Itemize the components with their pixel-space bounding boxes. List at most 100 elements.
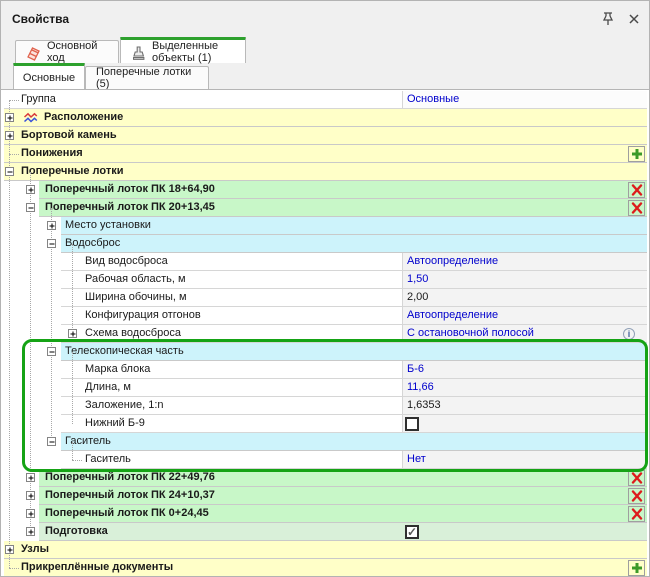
grid-row: Место установки xyxy=(1,217,650,235)
grid-row: Телескопическая часть xyxy=(1,343,650,361)
delete-button[interactable] xyxy=(628,200,645,216)
group-row-band[interactable] xyxy=(39,523,647,541)
grid-row: 2,00 Ширина обочины, м xyxy=(1,289,650,307)
property-value-cell[interactable]: Основные xyxy=(403,91,647,109)
property-value[interactable]: Основные xyxy=(407,91,459,108)
property-value[interactable]: 1,6353 xyxy=(407,397,441,414)
group-row-band[interactable] xyxy=(4,145,647,163)
row-label: Ширина обочины, м xyxy=(85,289,187,307)
collapse-icon[interactable] xyxy=(47,239,56,248)
grid-row: Прикреплённые документы xyxy=(1,559,650,577)
expand-icon[interactable] xyxy=(5,113,14,122)
expand-icon[interactable] xyxy=(26,509,35,518)
close-icon[interactable] xyxy=(625,10,643,28)
collapse-icon[interactable] xyxy=(47,347,56,356)
delete-x-icon xyxy=(631,472,643,484)
row-label: Длина, м xyxy=(85,379,131,397)
collapse-icon[interactable] xyxy=(47,437,56,446)
tab-label: Поперечные лотки (5) xyxy=(96,66,198,90)
grid-row: Автоопределение Вид водосброса xyxy=(1,253,650,271)
property-value-cell[interactable]: 11,66 xyxy=(403,379,647,397)
row-label: Поперечный лоток ПК 22+49,76 xyxy=(45,469,215,487)
expand-icon[interactable] xyxy=(26,185,35,194)
property-value-cell[interactable]: 1,50 xyxy=(403,271,647,289)
grid-row: 11,66 Длина, м xyxy=(1,379,650,397)
property-value[interactable]: 1,50 xyxy=(407,271,428,288)
property-value[interactable]: С остановочной полосой xyxy=(407,325,534,342)
property-value-cell[interactable]: 2,00 xyxy=(403,289,647,307)
delete-button[interactable] xyxy=(628,470,645,486)
tab-label: Основной ход xyxy=(47,40,108,64)
property-value-cell[interactable]: Автоопределение xyxy=(403,307,647,325)
grid-row: Водосброс xyxy=(1,235,650,253)
tab-selected-objects[interactable]: Выделенные объекты (1) xyxy=(120,37,246,63)
grid-row: Узлы xyxy=(1,541,650,559)
row-label: Группа xyxy=(21,91,56,109)
property-value[interactable]: Автоопределение xyxy=(407,253,498,270)
expand-icon[interactable] xyxy=(26,527,35,536)
checkbox[interactable] xyxy=(405,417,419,431)
expand-icon[interactable] xyxy=(47,221,56,230)
stamp-icon xyxy=(131,45,146,59)
property-value[interactable]: 2,00 xyxy=(407,289,428,306)
property-value-cell[interactable] xyxy=(403,415,647,433)
tab-sub-cross-trays[interactable]: Поперечные лотки (5) xyxy=(85,66,209,89)
add-plus-icon xyxy=(631,562,643,574)
tab-sub-main[interactable]: Основные xyxy=(13,63,85,89)
row-label: Гаситель xyxy=(85,451,131,469)
info-icon[interactable]: i xyxy=(623,328,635,340)
delete-button[interactable] xyxy=(628,506,645,522)
property-label-cell xyxy=(4,91,403,109)
tab-main-route[interactable]: Основной ход xyxy=(15,40,119,63)
row-label: Поперечные лотки xyxy=(21,163,124,181)
row-label: Заложение, 1:n xyxy=(85,397,164,415)
row-label: Гаситель xyxy=(65,433,111,451)
row-label: Прикреплённые документы xyxy=(21,559,173,577)
property-value[interactable]: Б-6 xyxy=(407,361,424,378)
grid-row: Бортовой камень xyxy=(1,127,650,145)
main-tabstrip: Основной ход Выделенные объекты (1) xyxy=(1,37,649,63)
row-label: Понижения xyxy=(21,145,83,163)
add-button[interactable] xyxy=(628,146,645,162)
waves-icon xyxy=(23,111,38,125)
property-value-cell[interactable]: Нет xyxy=(403,451,647,469)
row-label: Поперечный лоток ПК 24+10,37 xyxy=(45,487,215,505)
grid-row: 1,6353 Заложение, 1:n xyxy=(1,397,650,415)
row-label: Телескопическая часть xyxy=(65,343,184,361)
expand-icon[interactable] xyxy=(26,473,35,482)
property-value-cell[interactable]: 1,6353 xyxy=(403,397,647,415)
expand-icon[interactable] xyxy=(5,545,14,554)
property-grid: Основные ГруппаРасположениеБортовой камен… xyxy=(1,89,650,577)
tab-label: Выделенные объекты (1) xyxy=(152,40,235,64)
delete-button[interactable] xyxy=(628,488,645,504)
row-label: Расположение xyxy=(44,109,123,127)
add-button[interactable] xyxy=(628,560,645,576)
property-value-cell[interactable]: С остановочной полосой xyxy=(403,325,647,343)
group-row-band[interactable] xyxy=(61,433,647,451)
road-icon xyxy=(26,45,41,59)
group-row-band[interactable] xyxy=(4,541,647,559)
grid-row: 1,50Рабочая область, м xyxy=(1,271,650,289)
group-row-band[interactable] xyxy=(61,235,647,253)
expand-icon[interactable] xyxy=(68,329,77,338)
property-value[interactable]: Нет xyxy=(407,451,426,468)
collapse-icon[interactable] xyxy=(5,167,14,176)
grid-row: Нет Гаситель xyxy=(1,451,650,469)
checkbox[interactable]: ✓ xyxy=(405,525,419,539)
row-label: Схема водосброса xyxy=(85,325,181,343)
row-label: Вид водосброса xyxy=(85,253,168,271)
grid-row: ✓Подготовка xyxy=(1,523,650,541)
collapse-icon[interactable] xyxy=(26,203,35,212)
row-label: Поперечный лоток ПК 20+13,45 xyxy=(45,199,215,217)
property-value[interactable]: Автоопределение xyxy=(407,307,498,324)
expand-icon[interactable] xyxy=(5,131,14,140)
expand-icon[interactable] xyxy=(26,491,35,500)
row-label: Марка блока xyxy=(85,361,150,379)
property-value[interactable]: 11,66 xyxy=(407,379,434,396)
grid-row: Расположение xyxy=(1,109,650,127)
property-value-cell[interactable]: Автоопределение xyxy=(403,253,647,271)
pin-icon[interactable] xyxy=(599,10,617,28)
grid-row: Поперечный лоток ПК 20+13,45 xyxy=(1,199,650,217)
delete-button[interactable] xyxy=(628,182,645,198)
property-value-cell[interactable]: Б-6 xyxy=(403,361,647,379)
